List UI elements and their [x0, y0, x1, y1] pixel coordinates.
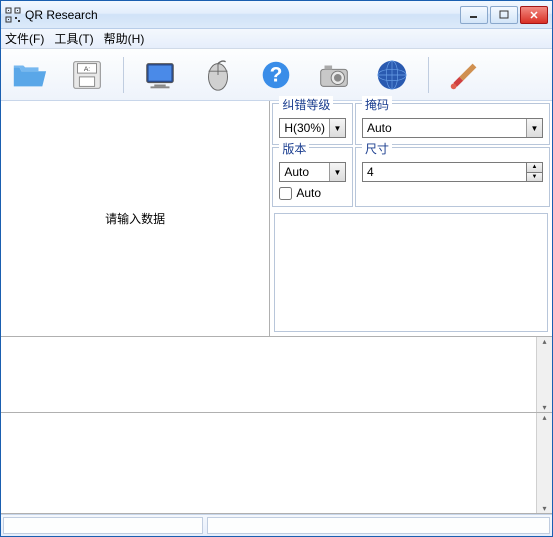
scrollbar[interactable]: ▴▾ [536, 337, 552, 412]
app-window: QR Research 文件(F) 工具(T) 帮助(H) A: ? [0, 0, 553, 537]
menubar: 文件(F) 工具(T) 帮助(H) [1, 29, 552, 49]
output-text-pane: ▴▾ [1, 413, 552, 514]
status-cell-right [207, 517, 550, 534]
globe-button[interactable] [370, 55, 414, 95]
save-floppy-button[interactable]: A: [65, 55, 109, 95]
statusbar [1, 514, 552, 536]
error-correction-label: 纠错等级 [279, 96, 333, 113]
error-correction-combo[interactable]: H(30%) ▼ [279, 118, 346, 138]
size-input[interactable] [362, 162, 527, 182]
settings-pane: 纠错等级 H(30%) ▼ 掩码 Auto ▼ [270, 101, 552, 336]
menu-file[interactable]: 文件(F) [5, 30, 44, 47]
minimize-button[interactable] [460, 6, 488, 24]
size-group: 尺寸 ▲ ▼ [355, 147, 550, 207]
size-label: 尺寸 [362, 140, 392, 157]
toolbar-separator [428, 57, 429, 93]
window-title: QR Research [25, 8, 460, 22]
output-textarea[interactable] [1, 413, 552, 513]
toolbar: A: ? [1, 49, 552, 101]
version-auto-label: Auto [296, 186, 321, 200]
screen-capture-button[interactable] [138, 55, 182, 95]
window-controls [460, 6, 548, 24]
camera-button[interactable] [312, 55, 356, 95]
maximize-button[interactable] [490, 6, 518, 24]
svg-text:?: ? [270, 63, 283, 86]
titlebar: QR Research [1, 1, 552, 29]
menu-tools[interactable]: 工具(T) [54, 30, 93, 47]
scrollbar[interactable]: ▴▾ [536, 413, 552, 513]
mouse-capture-button[interactable] [196, 55, 240, 95]
chevron-down-icon: ▼ [329, 163, 345, 181]
input-textarea[interactable] [1, 337, 552, 412]
input-text-pane: ▴▾ [1, 337, 552, 413]
version-combo[interactable]: Auto ▼ [279, 162, 346, 182]
version-auto-checkbox[interactable] [279, 187, 292, 200]
upper-row: 请输入数据 纠错等级 H(30%) ▼ 掩码 Auto [1, 101, 552, 337]
app-qr-icon [5, 7, 21, 23]
mask-label: 掩码 [362, 96, 392, 113]
size-spin-up[interactable]: ▲ [527, 162, 543, 173]
status-cell-left [3, 517, 203, 534]
error-correction-group: 纠错等级 H(30%) ▼ [272, 103, 353, 145]
client-area: 请输入数据 纠错等级 H(30%) ▼ 掩码 Auto [1, 101, 552, 536]
close-button[interactable] [520, 6, 548, 24]
qr-canvas[interactable]: 请输入数据 [1, 101, 270, 336]
version-group: 版本 Auto ▼ Auto [272, 147, 353, 207]
open-folder-button[interactable] [7, 55, 51, 95]
chevron-down-icon: ▼ [329, 119, 345, 137]
menu-help[interactable]: 帮助(H) [104, 30, 145, 47]
chevron-down-icon: ▼ [526, 119, 542, 137]
mask-group: 掩码 Auto ▼ [355, 103, 550, 145]
version-label: 版本 [279, 140, 309, 157]
paint-brush-button[interactable] [443, 55, 487, 95]
toolbar-separator [123, 57, 124, 93]
qr-preview [274, 213, 548, 332]
svg-text:A:: A: [84, 66, 90, 73]
size-spin-down[interactable]: ▼ [527, 173, 543, 183]
mask-combo[interactable]: Auto ▼ [362, 118, 543, 138]
help-button[interactable]: ? [254, 55, 298, 95]
canvas-placeholder: 请输入数据 [105, 210, 165, 227]
